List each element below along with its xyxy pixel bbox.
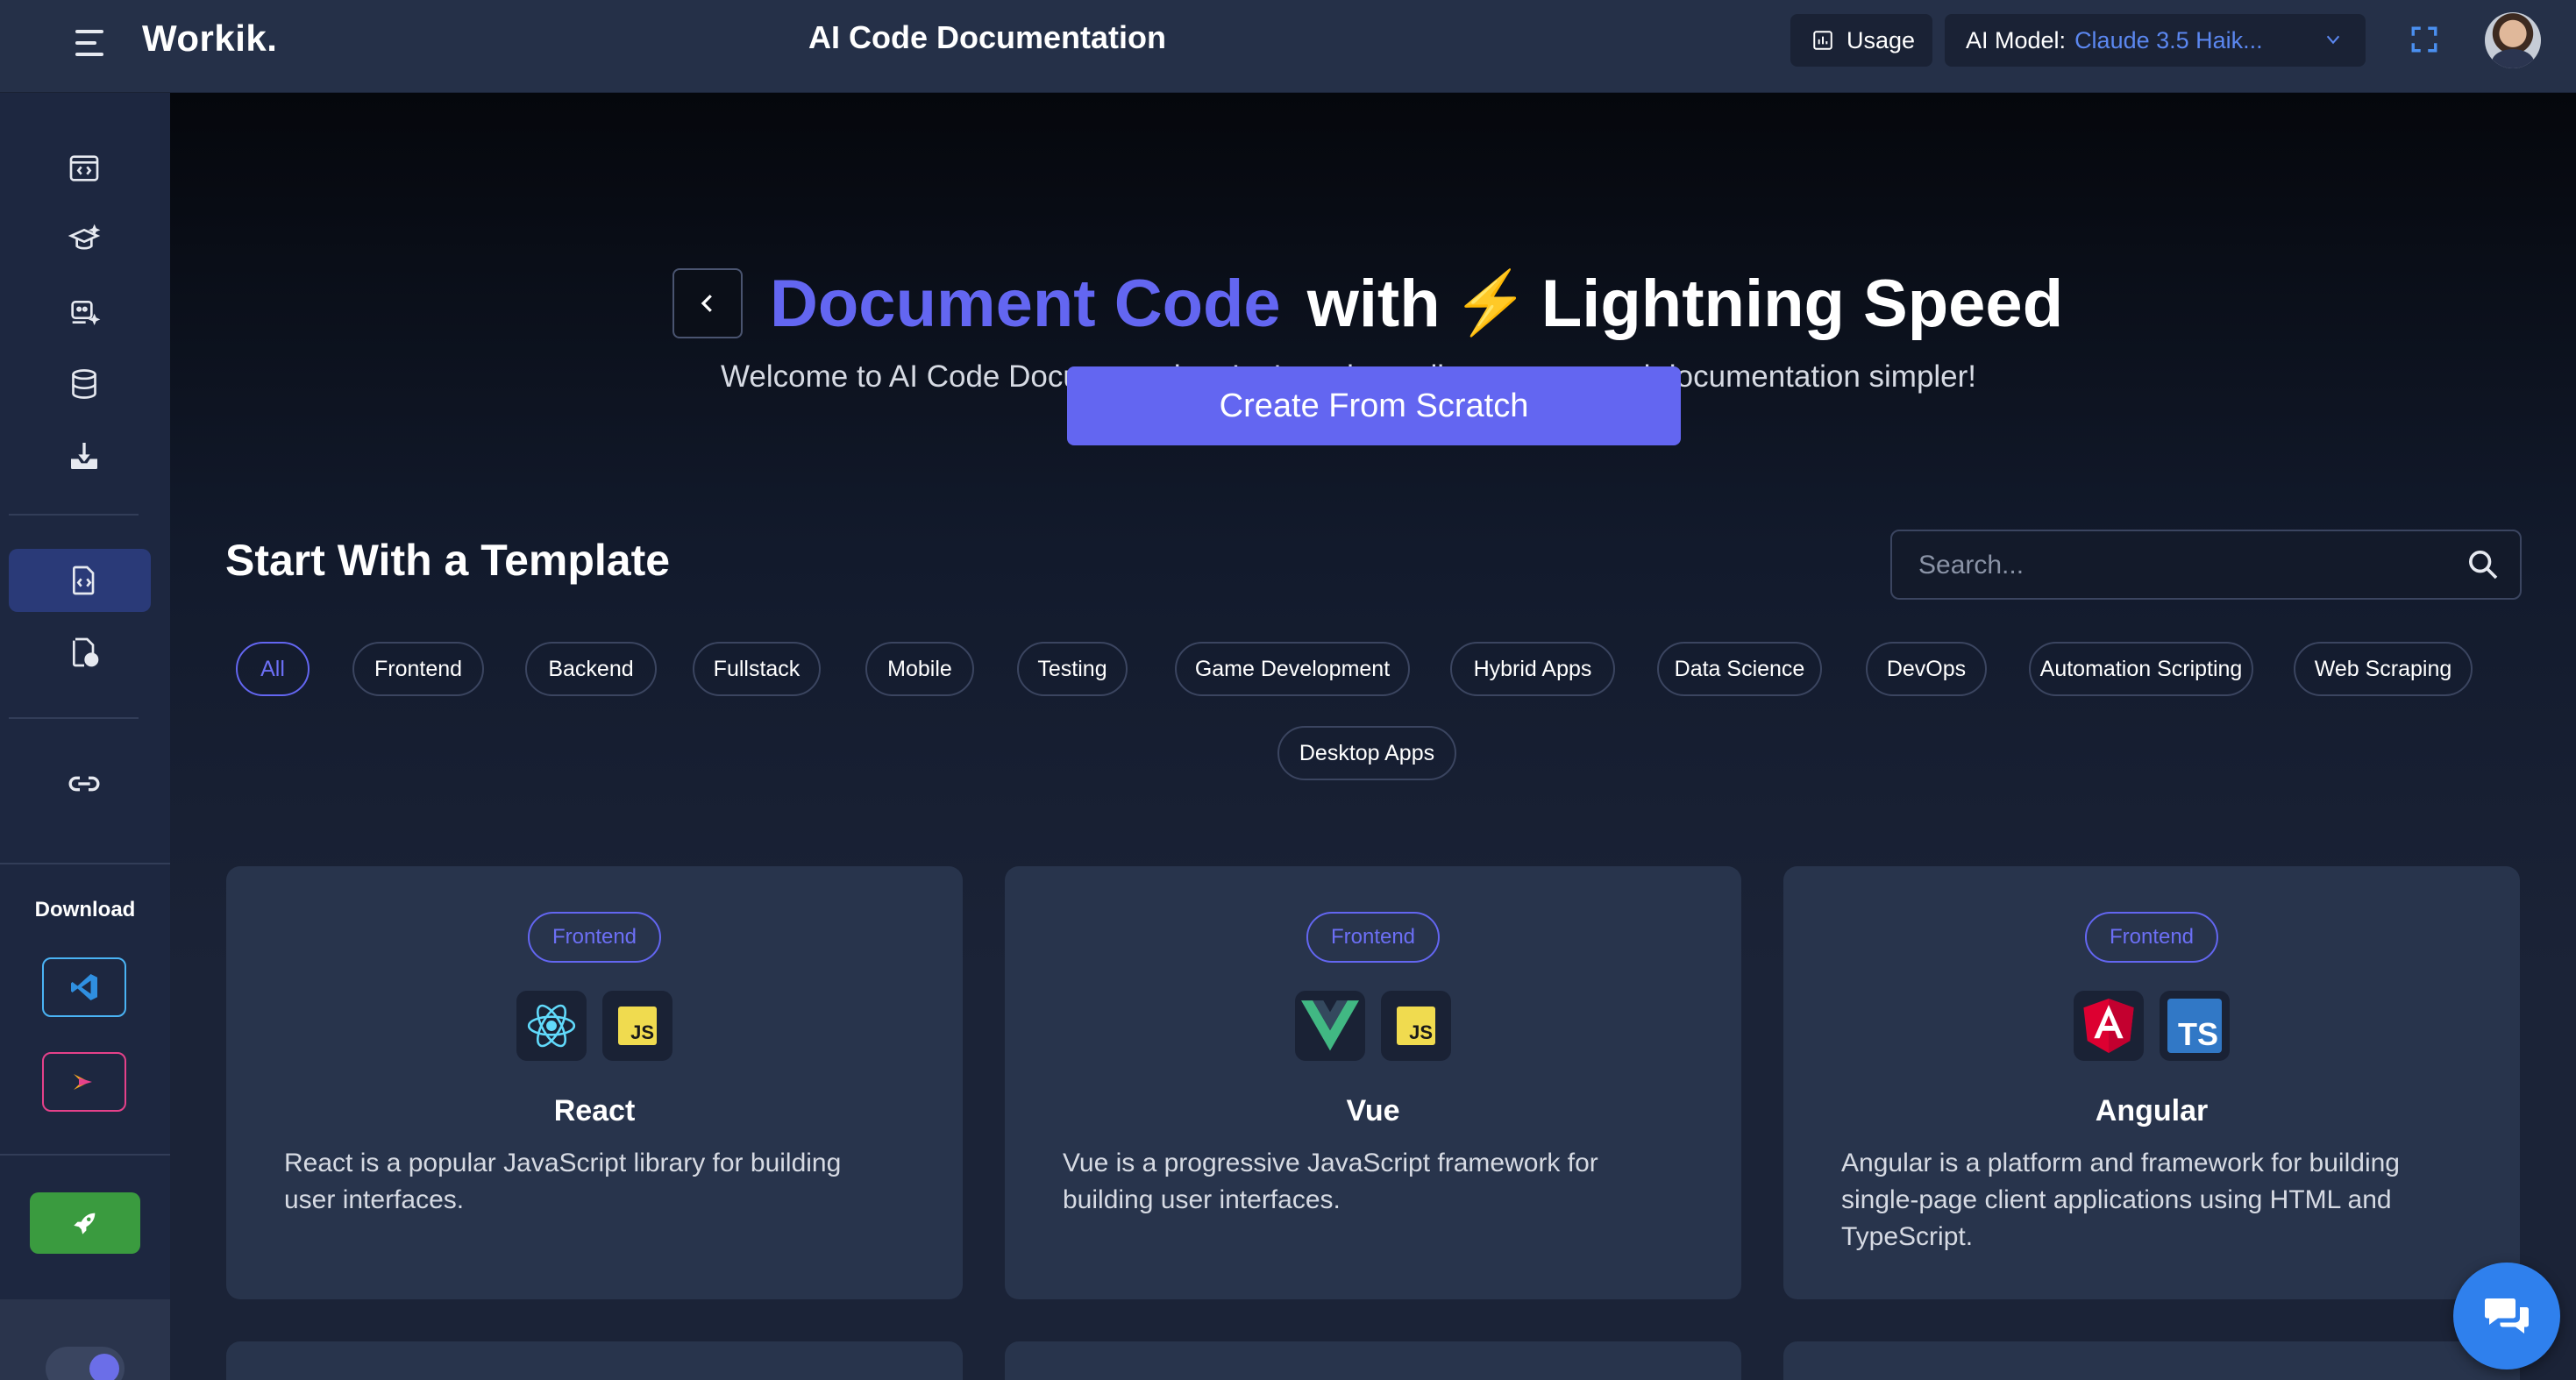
filter-chip-hybrid-apps[interactable]: Hybrid Apps	[1450, 642, 1615, 696]
chat-icon	[2485, 1298, 2529, 1334]
create-from-scratch-button[interactable]: Create From Scratch	[1067, 366, 1681, 445]
top-bar: Workik. AI Code Documentation Usage AI M…	[0, 0, 2576, 93]
javascript-icon-text: JS	[630, 1021, 654, 1043]
filter-chip-web-scraping[interactable]: Web Scraping	[2294, 642, 2473, 696]
javascript-icon-text: JS	[1409, 1021, 1433, 1043]
sidebar-divider	[0, 863, 170, 864]
download-label: Download	[34, 898, 136, 921]
usage-button[interactable]: Usage	[1790, 14, 1932, 67]
usage-chart-icon	[1813, 31, 1832, 50]
card-description: Vue is a progressive JavaScript framewor…	[1063, 1149, 1598, 1214]
lightning-icon: ⚡	[1452, 268, 1529, 337]
filter-chip-fullstack[interactable]: Fullstack	[693, 642, 821, 696]
launch-button[interactable]	[30, 1192, 140, 1254]
document-code-icon[interactable]	[67, 563, 102, 598]
template-card-react[interactable]: Frontend JS React React is a popular Jav…	[226, 866, 963, 1299]
filter-chip-game-development[interactable]: Game Development	[1175, 642, 1410, 696]
card-category-badge: Frontend	[2084, 912, 2219, 963]
sidebar: Download	[0, 93, 170, 1380]
ai-model-select[interactable]: AI Model: Claude 3.5 Haik...	[1945, 14, 2366, 67]
javascript-icon: JS	[1381, 991, 1451, 1061]
fullscreen-icon[interactable]	[2409, 25, 2439, 54]
card-title: React	[553, 1094, 636, 1127]
sidebar-divider	[9, 717, 139, 719]
template-card-vue[interactable]: Frontend JS Vue Vue is a progressive Jav…	[1005, 866, 1741, 1299]
hero-title: Document Code with ⚡ Lightning Speed	[770, 260, 2063, 347]
template-search	[1890, 530, 2522, 600]
jetbrains-icon	[74, 1074, 92, 1090]
usage-label: Usage	[1847, 26, 1916, 53]
filter-chip-automation-scripting[interactable]: Automation Scripting	[2029, 642, 2253, 696]
sidebar-divider	[0, 1154, 170, 1156]
chat-support-button[interactable]	[2453, 1263, 2560, 1369]
card-description: Angular is a platform and framework for …	[1841, 1149, 2400, 1251]
rocket-icon	[74, 1213, 96, 1234]
download-tray-icon[interactable]	[67, 438, 102, 473]
vscode-icon	[71, 974, 97, 1000]
ai-bot-icon[interactable]	[67, 295, 102, 330]
filter-chip-frontend[interactable]: Frontend	[352, 642, 484, 696]
javascript-icon: JS	[602, 991, 672, 1061]
vscode-extension-button[interactable]	[42, 957, 126, 1017]
code-window-icon[interactable]	[67, 151, 102, 186]
filter-chip-data-science[interactable]: Data Science	[1657, 642, 1822, 696]
document-test-icon[interactable]	[67, 635, 102, 670]
back-button[interactable]	[672, 268, 743, 338]
sidebar-divider	[9, 514, 139, 516]
vue-icon	[1295, 991, 1365, 1061]
react-icon	[516, 991, 587, 1061]
database-icon[interactable]	[67, 366, 102, 402]
page-title: AI Code Documentation	[808, 19, 1167, 55]
angular-icon	[2074, 991, 2144, 1061]
jetbrains-plugin-button[interactable]	[42, 1052, 126, 1112]
avatar[interactable]	[2485, 12, 2541, 68]
learn-ai-icon[interactable]	[67, 223, 102, 258]
filter-chip-backend[interactable]: Backend	[525, 642, 657, 696]
hero-title-rest: Lightning Speed	[1541, 266, 2064, 341]
card-description: React is a popular JavaScript library fo…	[284, 1149, 842, 1214]
search-icon[interactable]	[2466, 547, 2501, 582]
theme-toggle[interactable]	[46, 1347, 125, 1380]
card-tech-icons: JS	[226, 991, 963, 1061]
card-title: Angular	[2095, 1094, 2209, 1127]
ai-model-value: Claude 3.5 Haik...	[2074, 26, 2263, 53]
template-card[interactable]	[1783, 1341, 2520, 1380]
filter-chip-desktop-apps[interactable]: Desktop Apps	[1277, 726, 1456, 780]
menu-icon[interactable]	[72, 26, 107, 61]
card-category-badge: Frontend	[1306, 912, 1441, 963]
template-card-angular[interactable]: Frontend TS Angular Angular is a platfor…	[1783, 866, 2520, 1299]
link-icon[interactable]	[67, 766, 102, 801]
main-content: Document Code with ⚡ Lightning Speed Wel…	[170, 93, 2576, 1380]
filter-chip-devops[interactable]: DevOps	[1866, 642, 1987, 696]
typescript-icon-text: TS	[2177, 1016, 2218, 1052]
section-title: Start With a Template	[225, 536, 671, 585]
card-category-badge: Frontend	[527, 912, 662, 963]
card-tech-icons: JS	[1005, 991, 1741, 1061]
search-input[interactable]	[1918, 545, 2444, 586]
typescript-icon: TS	[2160, 991, 2230, 1061]
brand-logo[interactable]: Workik.	[142, 18, 277, 60]
filter-chip-all[interactable]: All	[236, 642, 310, 696]
chevron-left-icon	[701, 295, 712, 312]
chevron-down-icon	[2326, 35, 2340, 45]
ai-model-label: AI Model:	[1966, 26, 2067, 53]
filter-chip-mobile[interactable]: Mobile	[865, 642, 974, 696]
moon-icon	[89, 1354, 119, 1380]
card-title: Vue	[1346, 1094, 1400, 1127]
hero-title-accent: Document Code	[770, 266, 1281, 341]
template-card[interactable]	[226, 1341, 963, 1380]
template-card[interactable]	[1005, 1341, 1741, 1380]
filter-chip-testing[interactable]: Testing	[1017, 642, 1128, 696]
card-tech-icons: TS	[1783, 991, 2520, 1061]
hero-title-with: with	[1306, 266, 1441, 341]
